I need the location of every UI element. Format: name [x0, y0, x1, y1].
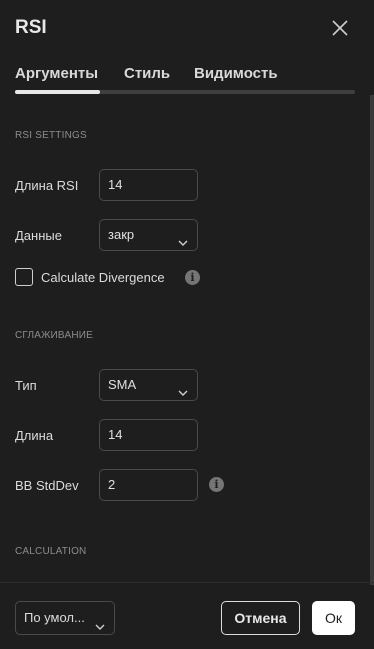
tab-indicator-track — [15, 90, 355, 94]
section-rsi-settings: RSI SETTINGS — [15, 130, 87, 141]
bb-stddev-label: BB StdDev — [15, 478, 79, 493]
defaults-dropdown-label: По умол... — [24, 610, 85, 625]
cancel-button[interactable]: Отмена — [221, 601, 300, 635]
section-calculation: CALCULATION — [15, 546, 87, 557]
smoothing-length-input[interactable]: 14 — [99, 419, 198, 451]
dialog-title: RSI — [15, 17, 47, 38]
chevron-down-icon — [177, 380, 189, 396]
info-icon[interactable]: i — [185, 270, 200, 285]
source-select-value: закр — [108, 227, 135, 242]
close-icon[interactable] — [329, 17, 351, 39]
source-select[interactable]: закр — [99, 219, 198, 251]
source-label: Данные — [15, 228, 62, 243]
chevron-down-icon — [177, 230, 189, 246]
bb-stddev-input[interactable]: 2 — [99, 469, 198, 501]
smoothing-type-label: Тип — [15, 378, 37, 393]
tab-visibility[interactable]: Видимость — [194, 65, 278, 82]
rsi-settings-dialog: RSI Аргументы Стиль Видимость RSI SETTIN… — [0, 0, 374, 649]
smoothing-type-select[interactable]: SMA — [99, 369, 198, 401]
chevron-down-icon — [94, 613, 106, 630]
tab-arguments[interactable]: Аргументы — [15, 65, 98, 82]
smoothing-type-value: SMA — [108, 377, 137, 392]
defaults-dropdown[interactable]: По умол... — [15, 601, 115, 635]
footer-divider — [0, 582, 374, 583]
info-icon[interactable]: i — [209, 477, 224, 492]
content-scrollbar[interactable] — [370, 95, 374, 585]
tab-style[interactable]: Стиль — [124, 65, 170, 82]
tab-active-indicator — [15, 90, 100, 94]
ok-button[interactable]: Ок — [312, 601, 355, 635]
calculate-divergence-checkbox[interactable] — [15, 268, 33, 286]
section-smoothing: СГЛАЖИВАНИЕ — [15, 330, 94, 341]
rsi-length-input[interactable]: 14 — [99, 169, 198, 201]
smoothing-length-label: Длина — [15, 428, 54, 443]
rsi-length-label: Длина RSI — [15, 178, 79, 193]
calculate-divergence-label: Calculate Divergence — [41, 270, 165, 285]
